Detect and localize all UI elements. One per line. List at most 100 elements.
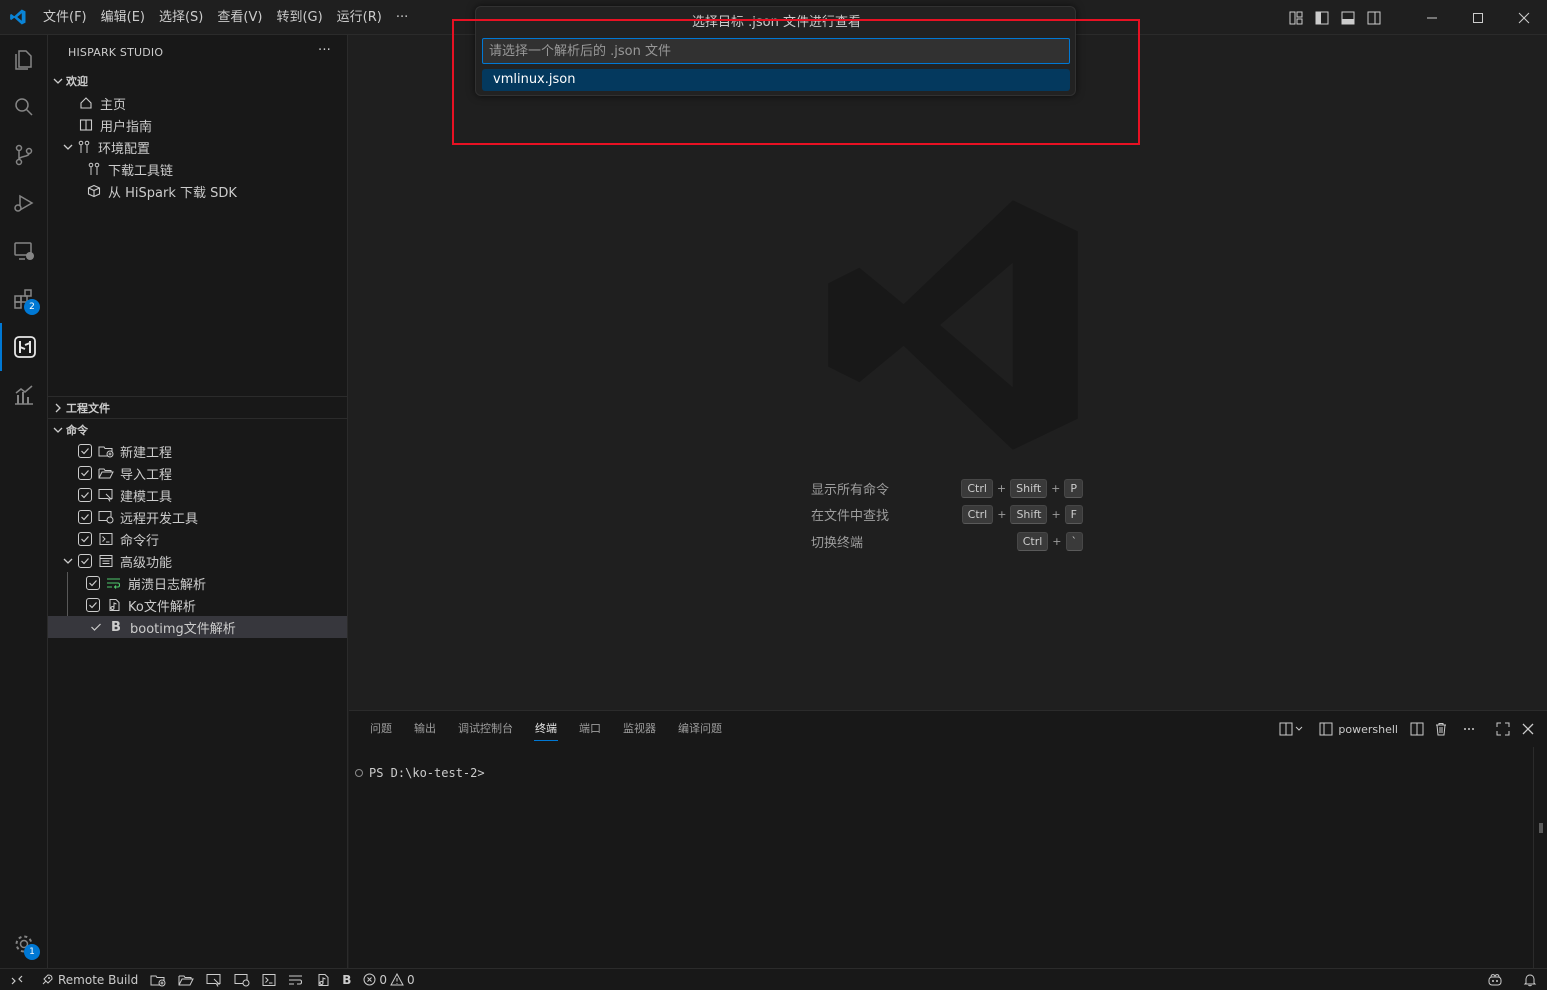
minimize-icon[interactable]	[1409, 0, 1455, 35]
bold-b-icon: B	[111, 619, 121, 635]
remote-build-button[interactable]: Remote Build	[34, 969, 144, 990]
new-folder-icon	[98, 443, 114, 459]
sidebar-item-download-toolchain[interactable]: 下载工具链	[48, 158, 347, 180]
keybinding: Ctrl + Shift + P	[961, 478, 1083, 498]
checkbox-checked[interactable]	[78, 554, 92, 568]
tab-debug-console[interactable]: 调试控制台	[447, 711, 524, 747]
sidebar-item-download-sdk[interactable]: 从 HiSpark 下载 SDK	[48, 180, 347, 202]
run-debug-icon[interactable]	[0, 179, 48, 227]
command-remote-dev-tool[interactable]: 远程开发工具	[48, 506, 347, 528]
checkbox-checked[interactable]	[86, 598, 100, 612]
command-ko-file-parse[interactable]: Ko文件解析	[48, 594, 347, 616]
checkbox-checked[interactable]	[78, 488, 92, 502]
menu-view[interactable]: 查看(V)	[210, 0, 269, 35]
toggle-panel-icon[interactable]	[1335, 5, 1361, 31]
tab-ports[interactable]: 端口	[568, 711, 612, 747]
copilot-icon[interactable]	[1477, 969, 1513, 990]
red-highlight-annotation	[452, 19, 1140, 145]
panel-actions: powershell	[1272, 711, 1537, 747]
sidebar-item-user-guide[interactable]: 用户指南	[48, 114, 347, 136]
sidebar: HISPARK STUDIO ··· 欢迎 主页 用户指南 环境配置 下载工具链…	[48, 35, 348, 968]
menu-run[interactable]: 运行(R)	[330, 0, 389, 35]
close-panel-icon[interactable]	[1519, 717, 1537, 741]
tab-build-problems[interactable]: 编译问题	[667, 711, 733, 747]
command-import-project[interactable]: 导入工程	[48, 462, 347, 484]
terminal-scrollbar[interactable]	[1533, 747, 1547, 969]
menu-file[interactable]: 文件(F)	[36, 0, 94, 35]
maximize-panel-icon[interactable]	[1493, 717, 1513, 741]
checkbox-checked[interactable]	[78, 444, 92, 458]
terminal-prompt[interactable]: PS D:\ko-test-2>	[355, 766, 485, 780]
shortcut-show-all-commands[interactable]: 显示所有命令 Ctrl + Shift + P	[811, 475, 1111, 502]
section-header-commands[interactable]: 命令	[48, 419, 347, 441]
menu-edit[interactable]: 编辑(E)	[94, 0, 152, 35]
tab-output[interactable]: 输出	[403, 711, 447, 747]
section-header-welcome[interactable]: 欢迎	[48, 70, 347, 92]
maximize-icon[interactable]	[1455, 0, 1501, 35]
status-bootimg-button[interactable]: B	[336, 969, 357, 990]
status-modeling-tool-icon[interactable]	[200, 969, 228, 990]
problems-indicator[interactable]: 0 0	[357, 969, 420, 990]
checkbox-checked[interactable]	[78, 532, 92, 546]
notifications-bell-icon[interactable]	[1513, 969, 1547, 990]
toggle-primary-sidebar-icon[interactable]	[1309, 5, 1335, 31]
command-bootimg-parse[interactable]: B bootimg文件解析	[48, 616, 347, 638]
status-new-project-icon[interactable]	[144, 969, 172, 990]
toggle-secondary-sidebar-icon[interactable]	[1361, 5, 1387, 31]
status-terminal-icon[interactable]	[256, 969, 282, 990]
explorer-icon[interactable]	[0, 35, 48, 83]
terminal-icon	[98, 531, 114, 547]
shortcut-find-in-files[interactable]: 在文件中查找 Ctrl + Shift + F	[811, 502, 1111, 529]
menu-selection[interactable]: 选择(S)	[152, 0, 210, 35]
command-new-project[interactable]: 新建工程	[48, 440, 347, 462]
status-import-project-icon[interactable]	[172, 969, 200, 990]
tab-monitor[interactable]: 监视器	[612, 711, 667, 747]
command-crash-log-parse[interactable]: 崩溃日志解析	[48, 572, 347, 594]
checkbox-checked[interactable]	[78, 466, 92, 480]
status-remote-dev-icon[interactable]	[228, 969, 256, 990]
bottom-panel: 问题 输出 调试控制台 终端 端口 监视器 编译问题 powershell PS…	[349, 710, 1547, 969]
vscode-logo-icon	[0, 0, 36, 35]
search-icon[interactable]	[0, 83, 48, 131]
checkbox-checked[interactable]	[86, 576, 100, 590]
scrollbar-thumb[interactable]	[1539, 823, 1543, 833]
menu-bar: 文件(F) 编辑(E) 选择(S) 查看(V) 转到(G) 运行(R) ···	[36, 0, 415, 35]
chevron-down-icon	[50, 422, 66, 438]
shortcut-toggle-terminal[interactable]: 切换终端 Ctrl + `	[811, 528, 1111, 555]
manage-gear-icon[interactable]: 1	[0, 920, 48, 968]
section-header-project-files[interactable]: 工程文件	[48, 397, 347, 419]
remote-indicator-icon[interactable]	[0, 969, 34, 990]
extensions-badge: 2	[24, 299, 40, 315]
keybinding: Ctrl + Shift + F	[961, 505, 1083, 525]
close-window-icon[interactable]	[1501, 0, 1547, 35]
new-terminal-dropdown-icon[interactable]	[1276, 717, 1308, 741]
terminal-shell-selector[interactable]: powershell	[1316, 717, 1401, 741]
command-terminal[interactable]: 命令行	[48, 528, 347, 550]
command-modeling-tool[interactable]: 建模工具	[48, 484, 347, 506]
tab-problems[interactable]: 问题	[359, 711, 403, 747]
check-icon	[88, 619, 104, 635]
menu-more[interactable]: ···	[389, 0, 415, 35]
extensions-icon[interactable]: 2	[0, 275, 48, 323]
trash-icon[interactable]	[1431, 717, 1451, 741]
sidebar-item-home[interactable]: 主页	[48, 92, 347, 114]
file-music-icon	[106, 597, 122, 613]
more-actions-icon[interactable]	[1459, 717, 1479, 741]
command-advanced[interactable]: 高级功能	[48, 550, 347, 572]
split-terminal-icon[interactable]	[1407, 717, 1427, 741]
sidebar-more-button[interactable]: ···	[318, 43, 331, 58]
status-ko-file-icon[interactable]	[310, 969, 336, 990]
menu-go[interactable]: 转到(G)	[269, 0, 329, 35]
checkbox-checked[interactable]	[78, 510, 92, 524]
source-control-icon[interactable]	[0, 131, 48, 179]
tab-terminal[interactable]: 终端	[524, 711, 568, 747]
status-crash-log-icon[interactable]	[282, 969, 310, 990]
sidebar-item-env-config[interactable]: 环境配置	[48, 136, 347, 158]
profiler-chart-icon[interactable]	[0, 371, 48, 419]
customize-layout-icon[interactable]	[1283, 5, 1309, 31]
monitor-cursor-icon	[98, 487, 114, 503]
remote-explorer-icon[interactable]	[0, 227, 48, 275]
chevron-down-icon	[60, 553, 76, 569]
toolchain-icon	[76, 139, 92, 155]
hispark-studio-icon[interactable]	[0, 323, 48, 371]
